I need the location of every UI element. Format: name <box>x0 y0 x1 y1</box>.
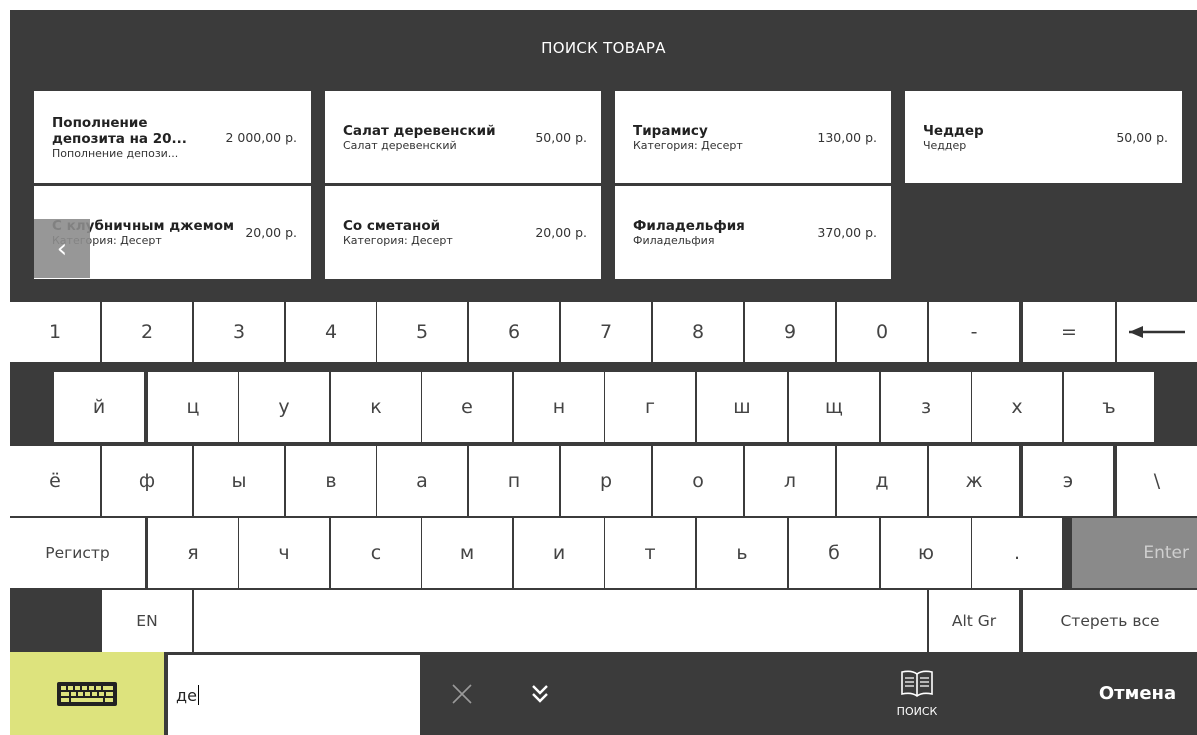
shift-key[interactable]: Регистр <box>10 518 145 588</box>
key-ш[interactable]: ш <box>697 372 787 442</box>
key-0[interactable]: 0 <box>837 302 927 362</box>
key-ф[interactable]: ф <box>102 446 192 516</box>
key-д[interactable]: д <box>837 446 927 516</box>
product-price: 50,00 р. <box>535 129 587 145</box>
search-input-value: де <box>176 685 197 705</box>
key-ж[interactable]: ж <box>929 446 1019 516</box>
search-input[interactable]: де <box>168 655 420 735</box>
product-price: 130,00 р. <box>817 129 877 145</box>
key-л[interactable]: л <box>745 446 835 516</box>
search-button-label: ПОИСК <box>896 705 938 718</box>
key-е[interactable]: е <box>422 372 512 442</box>
hide-keyboard-button[interactable] <box>520 652 560 735</box>
product-desc: Пополнение депози... <box>52 146 179 160</box>
key-ё[interactable]: ё <box>10 446 100 516</box>
product-card[interactable]: Филадельфия Филадельфия 370,00 р. <box>615 186 891 279</box>
product-card[interactable]: Тирамису Категория: Десерт 130,00 р. <box>615 91 891 183</box>
key-ь[interactable]: ь <box>697 518 787 588</box>
key-о[interactable]: о <box>653 446 743 516</box>
page-title: ПОИСК ТОВАРА <box>541 39 666 57</box>
product-name: Филадельфия <box>633 218 745 234</box>
key-equals[interactable]: = <box>1023 302 1115 362</box>
product-price: 20,00 р. <box>245 225 297 240</box>
prev-page-button[interactable]: ‹ <box>34 219 90 278</box>
key-period[interactable]: . <box>972 518 1062 588</box>
key-а[interactable]: а <box>377 446 467 516</box>
key-ц[interactable]: ц <box>148 372 238 442</box>
cancel-button[interactable]: Отмена <box>1078 652 1197 735</box>
product-price: 2 000,00 р. <box>225 129 297 145</box>
key-ы[interactable]: ы <box>194 446 284 516</box>
key-щ[interactable]: щ <box>789 372 879 442</box>
key-3[interactable]: 3 <box>194 302 284 362</box>
chevron-left-icon: ‹ <box>56 233 68 264</box>
product-desc: Категория: Десерт <box>633 138 743 152</box>
product-name: Тирамису <box>633 122 708 139</box>
product-card[interactable]: Со сметаной Категория: Десерт 20,00 р. <box>325 186 601 279</box>
key-э[interactable]: э <box>1023 446 1113 516</box>
key-т[interactable]: т <box>605 518 695 588</box>
key-й[interactable]: й <box>54 372 144 442</box>
key-у[interactable]: у <box>239 372 329 442</box>
keyboard-icon <box>57 681 117 706</box>
key-п[interactable]: п <box>469 446 559 516</box>
key-9[interactable]: 9 <box>745 302 835 362</box>
key-8[interactable]: 8 <box>653 302 743 362</box>
clear-all-key[interactable]: Стереть все <box>1023 590 1197 652</box>
key-в[interactable]: в <box>286 446 376 516</box>
key-ю[interactable]: ю <box>881 518 971 588</box>
product-desc: Категория: Десерт <box>343 234 453 247</box>
product-card[interactable]: Салат деревенский Салат деревенский 50,00… <box>325 91 601 183</box>
arrow-left-icon <box>1129 326 1185 338</box>
key-г[interactable]: г <box>605 372 695 442</box>
key-7[interactable]: 7 <box>561 302 651 362</box>
language-key[interactable]: EN <box>102 590 192 652</box>
space-key[interactable] <box>194 590 927 652</box>
key-6[interactable]: 6 <box>469 302 559 362</box>
book-icon <box>901 670 933 697</box>
backspace-key[interactable] <box>1117 302 1197 362</box>
key-я[interactable]: я <box>148 518 238 588</box>
bottom-toolbar: де ПОИСК Отмена <box>10 652 1197 735</box>
key-з[interactable]: з <box>881 372 971 442</box>
key-х[interactable]: х <box>972 372 1062 442</box>
key-ч[interactable]: ч <box>239 518 329 588</box>
product-name: Чеддер <box>923 122 984 139</box>
product-card[interactable]: Пополнение депозита на 20... Пополнение д… <box>34 91 311 183</box>
product-desc: Чеддер <box>923 138 967 152</box>
product-price: 50,00 р. <box>1116 129 1168 145</box>
key-1[interactable]: 1 <box>10 302 100 362</box>
text-caret <box>197 685 199 705</box>
key-б[interactable]: б <box>789 518 879 588</box>
key-5[interactable]: 5 <box>377 302 467 362</box>
key-minus[interactable]: - <box>929 302 1019 362</box>
key-ъ[interactable]: ъ <box>1064 372 1154 442</box>
key-н[interactable]: н <box>514 372 604 442</box>
product-desc: Салат деревенский <box>343 138 457 152</box>
close-icon <box>452 683 472 704</box>
key-и[interactable]: и <box>514 518 604 588</box>
product-name: Салат деревенский <box>343 122 496 139</box>
product-price: 370,00 р. <box>817 225 877 240</box>
key-с[interactable]: с <box>331 518 421 588</box>
keyboard-toggle-button[interactable] <box>10 652 164 735</box>
search-button[interactable]: ПОИСК <box>880 652 954 735</box>
product-price: 20,00 р. <box>535 225 587 240</box>
double-chevron-down-icon <box>532 684 548 703</box>
product-desc: Филадельфия <box>633 234 715 247</box>
product-search-screen: ПОИСК ТОВАРА Пополнение депозита на 20..… <box>10 10 1197 735</box>
key-р[interactable]: р <box>561 446 651 516</box>
key-backslash[interactable]: \ <box>1117 446 1197 516</box>
product-card[interactable]: Чеддер Чеддер 50,00 р. <box>905 91 1182 183</box>
key-4[interactable]: 4 <box>286 302 376 362</box>
product-name: Пополнение депозита на 20... <box>52 114 187 147</box>
key-м[interactable]: м <box>422 518 512 588</box>
clear-search-button[interactable] <box>440 652 484 735</box>
key-2[interactable]: 2 <box>102 302 192 362</box>
altgr-key[interactable]: Alt Gr <box>929 590 1019 652</box>
enter-key[interactable]: Enter <box>1072 518 1197 588</box>
key-к[interactable]: к <box>331 372 421 442</box>
product-name: Со сметаной <box>343 218 441 234</box>
